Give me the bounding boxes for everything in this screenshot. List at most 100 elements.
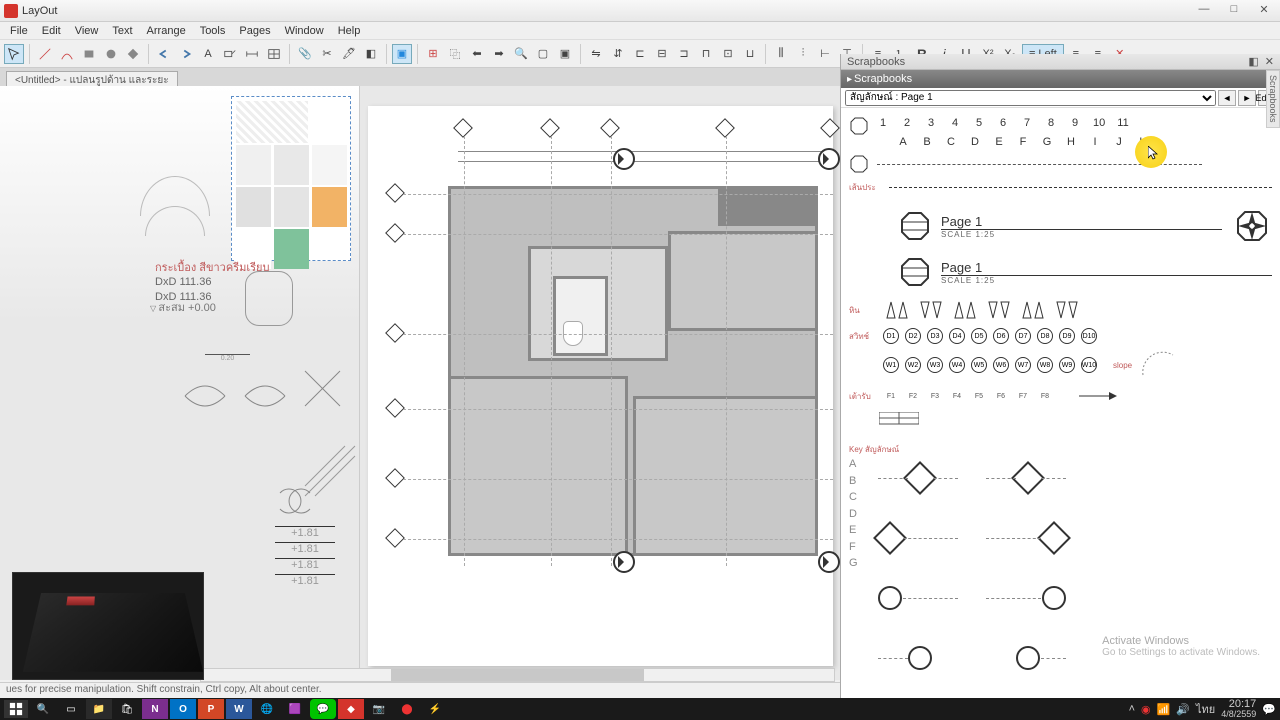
swatch-orange[interactable] [312,187,347,227]
taskview-icon[interactable]: ▭ [58,699,84,719]
scrapbook-dropdown[interactable]: สัญลักษณ์ : Page 1 [845,90,1216,106]
swatch-3[interactable] [312,145,347,185]
powerpoint-icon[interactable]: P [198,699,224,719]
tray-volume-icon[interactable]: 🔊 [1176,703,1190,716]
align-left-button[interactable]: ⊏ [630,44,650,64]
title-block-2[interactable]: Page 1 SCALE 1:25 [849,256,1272,288]
menu-text[interactable]: Text [106,23,138,39]
octagon-icon-2[interactable] [849,154,869,174]
grid-marker[interactable] [543,121,561,139]
panel-titlebar[interactable]: Scrapbooks ◧✕ [841,54,1280,70]
zoom-button[interactable]: 🔍 [511,44,531,64]
send-back-button[interactable]: ▢ [533,44,553,64]
rect-tool[interactable] [79,44,99,64]
section-marker[interactable] [613,551,635,573]
rounded-rect-symbol[interactable] [245,271,293,326]
grid-marker[interactable] [388,186,406,204]
align-bottom-button[interactable]: ⊔ [740,44,760,64]
redo-button[interactable] [176,44,196,64]
align-top-button[interactable]: ⊓ [696,44,716,64]
join-tool[interactable]: 📎 [295,44,315,64]
swatch-5[interactable] [274,187,309,227]
line-icon[interactable]: 💬 [310,699,336,719]
app-icon-1[interactable]: 🟪 [282,699,308,719]
f-symbols-row[interactable]: เต้ารับ F1F2F3F4F5F6F7F8 [849,386,1272,406]
tray-date[interactable]: 4/8/2559 [1221,710,1256,719]
grid-marker[interactable] [718,121,736,139]
swatch-4[interactable] [236,187,271,227]
bring-front-button[interactable]: ▣ [555,44,575,64]
grid-marker[interactable] [823,121,840,139]
notification-icon[interactable]: 💬 [1262,703,1276,716]
swatch-1[interactable] [236,145,271,185]
grid-marker[interactable] [388,471,406,489]
grid-marker[interactable] [388,326,406,344]
linetype-dashed[interactable]: เส้นประ [849,178,1272,196]
section-symbols[interactable] [878,466,1272,516]
outlook-icon[interactable]: O [170,699,196,719]
sketchup-icon[interactable]: ◆ [338,699,364,719]
align-middle-button[interactable]: ⊡ [718,44,738,64]
grid-marker[interactable] [603,121,621,139]
menu-edit[interactable]: Edit [36,23,67,39]
circle-tool[interactable] [101,44,121,64]
menu-help[interactable]: Help [332,23,367,39]
menu-pages[interactable]: Pages [233,23,276,39]
swatch-box[interactable] [231,96,351,261]
section-symbols-3[interactable] [878,586,1272,636]
space-h-button[interactable]: ⫼ [771,44,791,64]
tray-lang[interactable]: ไทย [1196,700,1215,718]
label-tool[interactable] [220,44,240,64]
grid-marker[interactable] [388,401,406,419]
title-block-1[interactable]: Page 1 SCALE 1:25 [849,206,1272,246]
search-icon[interactable]: 🔍 [30,699,56,719]
grid-marker[interactable] [456,121,474,139]
chrome-icon[interactable]: 🌐 [254,699,280,719]
next-scrapbook-button[interactable]: ► [1238,90,1256,106]
swatch-green[interactable] [274,229,309,269]
flip-v-button[interactable]: ⇵ [608,44,628,64]
triangle-symbols-row[interactable]: หิน [849,298,1272,322]
next-page-button[interactable]: ➡ [489,44,509,64]
table-symbol[interactable] [879,412,919,432]
menu-view[interactable]: View [69,23,105,39]
close-button[interactable]: ✕ [1250,0,1278,18]
explorer-icon[interactable]: 📁 [86,699,112,719]
prev-scrapbook-button[interactable]: ◄ [1218,90,1236,106]
grid-marker[interactable] [388,531,406,549]
drawing-area[interactable] [368,86,840,680]
rotate-arrows[interactable] [270,481,320,521]
grid-numbers-row[interactable]: 1234567891011 [877,117,1129,129]
style-tool[interactable]: 🖊 [339,44,359,64]
menu-file[interactable]: File [4,23,34,39]
panel-pin-icon[interactable]: ◧ [1248,56,1258,68]
tray-network-icon[interactable]: ◉ [1141,703,1151,716]
presentation-button[interactable]: ▣ [392,44,412,64]
grid-marker[interactable] [388,226,406,244]
dim-small[interactable]: 0.20 [205,354,250,362]
document-tab[interactable]: <Untitled> - แปลนรูปด้าน และระยะ [6,71,178,86]
word-icon[interactable]: W [226,699,252,719]
poly-tool[interactable] [123,44,143,64]
record-icon[interactable]: ⬤ [394,699,420,719]
horizontal-scrollbar[interactable] [200,668,835,682]
erase-tool[interactable]: ◧ [361,44,381,64]
add-page-button[interactable]: ⊞ [423,44,443,64]
section-marker[interactable] [818,148,840,170]
section-marker[interactable] [613,148,635,170]
menu-window[interactable]: Window [279,23,330,39]
app-icon-2[interactable]: 📷 [366,699,392,719]
center-h-button[interactable]: ⊢ [815,44,835,64]
panel-close-icon[interactable]: ✕ [1265,56,1274,68]
swatch-hatch[interactable] [236,101,308,143]
menu-arrange[interactable]: Arrange [141,23,192,39]
line-tool[interactable] [35,44,55,64]
panel-header[interactable]: Scrapbooks ✕ [841,70,1280,88]
select-tool[interactable] [4,44,24,64]
door-swings[interactable] [175,366,345,426]
d-symbols-row[interactable]: สวิทช์ D1D2D3D4D5D6D7D8D9D10 [849,328,1272,344]
swatch-2[interactable] [274,145,309,185]
scrapbook-side-tab[interactable]: Scrapbooks [1266,70,1280,128]
tray-wifi-icon[interactable]: 📶 [1157,703,1171,716]
app-icon-3[interactable]: ⚡ [422,699,448,719]
